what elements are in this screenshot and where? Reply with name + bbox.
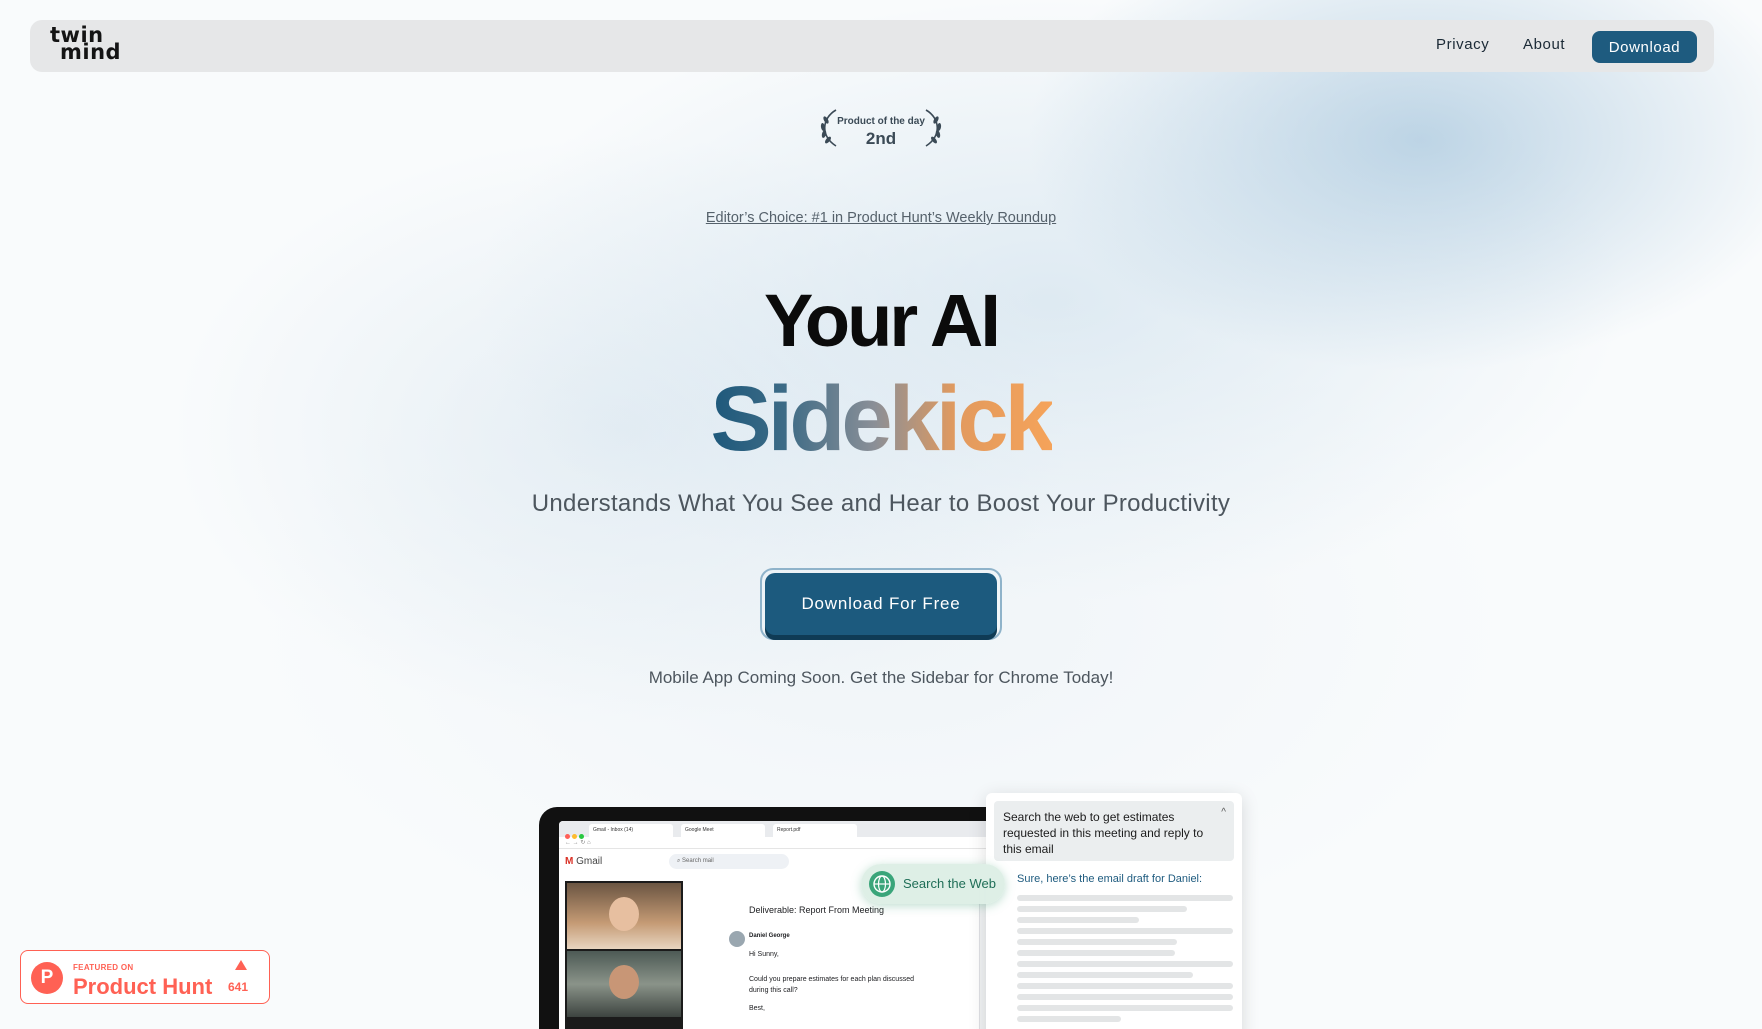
video-call-column	[565, 881, 683, 1029]
gmail-search-input: ⌕ Search mail	[669, 854, 789, 869]
gmail-m-icon: M	[565, 856, 574, 867]
email-body: Could you prepare estimates for each pla…	[749, 976, 914, 994]
placeholder-line	[1017, 950, 1175, 956]
chevron-up-icon: ^	[1221, 807, 1226, 818]
logo-line-2: mind	[60, 40, 122, 64]
gmail-logo: M Gmail	[565, 856, 602, 867]
laurel-right-icon	[925, 109, 942, 147]
product-hunt-icon: P	[31, 962, 63, 994]
gmail-label: Gmail	[576, 856, 603, 867]
product-hunt-name: Product Hunt	[73, 974, 213, 999]
browser-tab: Report.pdf	[773, 824, 857, 837]
twinmind-sidebar-panel: Search the web to get estimates requeste…	[986, 793, 1242, 1029]
placeholder-line	[1017, 972, 1193, 978]
search-the-web-pill: Search the Web	[861, 864, 1005, 904]
cta-button-frame: Download For Free	[760, 568, 1002, 640]
download-for-free-button[interactable]: Download For Free	[765, 573, 997, 635]
mobile-app-note: Mobile App Coming Soon. Get the Sidebar …	[648, 668, 1114, 687]
close-dot-icon	[565, 834, 570, 839]
upvote-arrow-icon	[235, 960, 247, 970]
placeholder-line	[1017, 906, 1187, 912]
product-of-the-day-badge: Product of the day 2nd	[816, 106, 946, 150]
window-controls	[565, 826, 586, 844]
laptop-mockup: Gmail - Inbox (14) Google Meet Report.pd…	[539, 807, 1019, 1029]
placeholder-line	[1017, 994, 1233, 1000]
product-hunt-votes: 641	[228, 980, 249, 994]
product-hunt-badge[interactable]: P FEATURED ON Product Hunt 641	[20, 950, 270, 1004]
hero-subtitle: Understands What You See and Hear to Boo…	[531, 490, 1231, 517]
nav-privacy-link[interactable]: Privacy	[1436, 36, 1489, 53]
email-sender: Daniel George	[749, 933, 790, 939]
editors-choice-link[interactable]: Editor’s Choice: #1 in Product Hunt’s We…	[0, 210, 1762, 226]
search-icon: ⌕	[677, 858, 681, 864]
placeholder-line	[1017, 1016, 1121, 1022]
placeholder-line	[1017, 939, 1177, 945]
browser-urlbar: ← → ↻ ⌂	[559, 837, 1019, 849]
email-greeting: Hi Sunny,	[749, 951, 779, 958]
minimize-dot-icon	[572, 834, 577, 839]
product-hunt-featured: FEATURED ON	[73, 963, 134, 972]
placeholder-line	[1017, 961, 1233, 967]
sidebar-query-text: Search the web to get estimates requeste…	[1003, 810, 1204, 856]
email-signoff: Best,	[749, 1005, 765, 1012]
twinmind-logo[interactable]: twin mind	[50, 25, 130, 67]
laptop-screen: Gmail - Inbox (14) Google Meet Report.pd…	[559, 821, 1019, 1029]
browser-tab: Google Meet	[681, 824, 765, 837]
nav-about-link[interactable]: About	[1523, 36, 1565, 53]
search-the-web-label: Search the Web	[903, 876, 996, 891]
browser-tabbar: Gmail - Inbox (14) Google Meet Report.pd…	[559, 821, 1019, 839]
globe-icon-graphic	[873, 875, 891, 893]
top-navbar: twin mind Privacy About Download	[30, 20, 1714, 72]
placeholder-line	[1017, 928, 1233, 934]
placeholder-line	[1017, 895, 1233, 901]
gmail-search-placeholder: Search mail	[682, 858, 714, 864]
email-subject: Deliverable: Report From Meeting	[749, 905, 885, 915]
maximize-dot-icon	[579, 834, 584, 839]
participant-face	[609, 965, 639, 999]
placeholder-line	[1017, 983, 1233, 989]
sender-avatar	[729, 931, 745, 947]
sidebar-answer: Sure, here’s the email draft for Daniel:	[1017, 873, 1203, 885]
browser-tab: Gmail - Inbox (14)	[589, 824, 673, 837]
hero-headline-line-1: Your AI	[764, 279, 1001, 362]
video-tile	[567, 883, 681, 949]
sidebar-query: Search the web to get estimates requeste…	[994, 801, 1234, 861]
placeholder-line	[1017, 1005, 1233, 1011]
hero-headline-line-2: Sidekick	[0, 369, 1762, 469]
participant-face	[609, 897, 639, 931]
globe-icon	[869, 871, 895, 897]
placeholder-line	[1017, 917, 1139, 923]
nav-download-button[interactable]: Download	[1592, 31, 1697, 63]
hero-headline-gradient-text: Sidekick	[710, 368, 1055, 470]
video-tile	[567, 951, 681, 1017]
